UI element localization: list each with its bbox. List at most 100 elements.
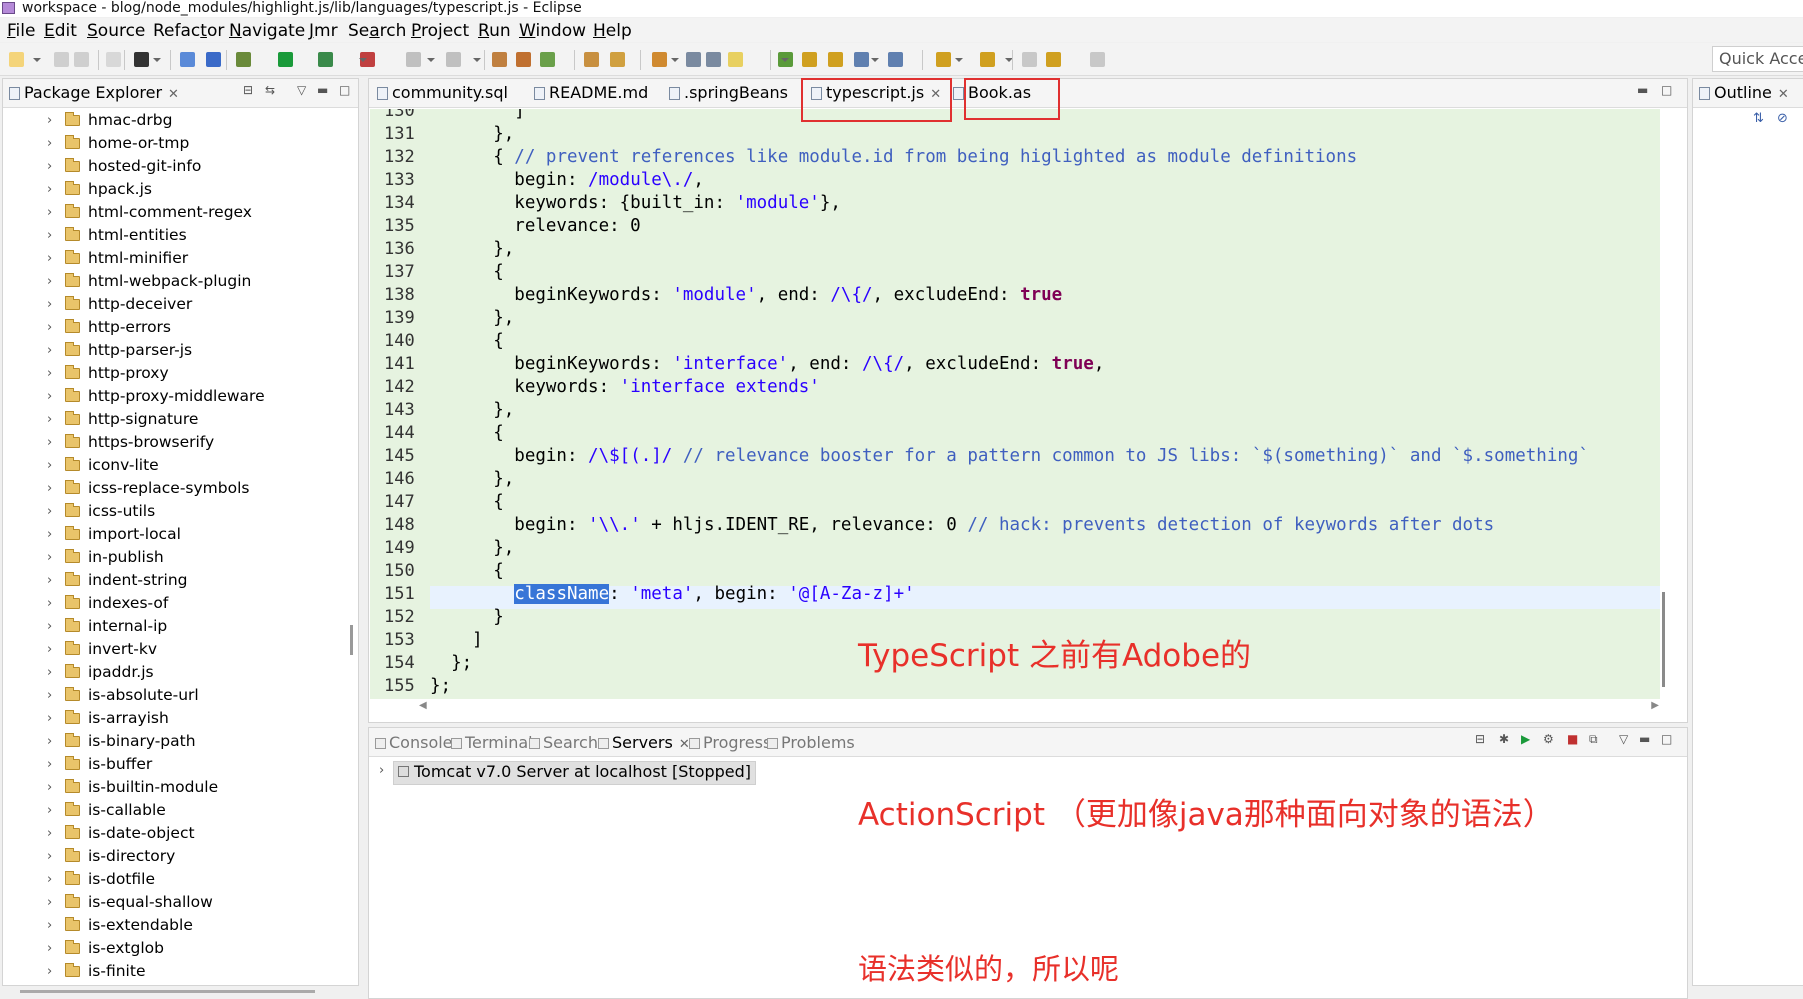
tree-item[interactable]: › invert-kv <box>3 638 343 661</box>
view-menu-icon[interactable]: ▽ <box>297 83 306 97</box>
chevron-right-icon[interactable]: › <box>47 178 52 201</box>
chevron-right-icon[interactable]: › <box>47 270 52 293</box>
collapse-all-icon[interactable]: ⊟ <box>1475 732 1485 746</box>
tree-item[interactable]: › indexes-of <box>3 592 343 615</box>
menu-item[interactable]: Jmr <box>309 20 338 42</box>
minimize-icon[interactable]: ▬ <box>317 83 328 97</box>
menu-item[interactable]: Edit <box>44 20 77 42</box>
tree-item[interactable]: › hpack.js <box>3 178 343 201</box>
collapse-all-icon[interactable]: ⊟ <box>243 83 253 97</box>
chevron-right-icon[interactable]: › <box>47 845 52 868</box>
chevron-right-icon[interactable]: › <box>47 316 52 339</box>
next-annotation-icon[interactable] <box>936 52 951 67</box>
maximize-icon[interactable]: □ <box>1661 83 1672 97</box>
tree-item[interactable]: › is-buffer <box>3 753 343 776</box>
open-type-icon[interactable] <box>584 52 599 67</box>
search-icon[interactable] <box>610 52 625 67</box>
tree-item[interactable]: › internal-ip <box>3 615 343 638</box>
tree-item[interactable]: › http-errors <box>3 316 343 339</box>
profile-server-icon[interactable]: ⚙ <box>1543 732 1554 746</box>
tree-item[interactable]: › http-signature <box>3 408 343 431</box>
scroll-left-icon[interactable]: ◀ <box>419 700 427 711</box>
tree-item[interactable]: › http-parser-js <box>3 339 343 362</box>
minimize-icon[interactable]: ▬ <box>1639 732 1650 746</box>
new-class-icon[interactable] <box>540 52 555 67</box>
editor-vscrollbar[interactable] <box>1662 592 1665 687</box>
tree-item[interactable]: › icss-utils <box>3 500 343 523</box>
tree-item[interactable]: › http-proxy-middleware <box>3 385 343 408</box>
chevron-right-icon[interactable]: › <box>379 763 384 778</box>
debug-icon[interactable] <box>236 52 251 67</box>
chevron-right-icon[interactable]: › <box>47 730 52 753</box>
back-icon[interactable] <box>1046 52 1061 67</box>
tree-item[interactable]: › is-callable <box>3 799 343 822</box>
tree-item[interactable]: › is-dotfile <box>3 868 343 891</box>
tree-item[interactable]: › icss-replace-symbols <box>3 477 343 500</box>
code-editor[interactable]: 130 131 132 133 134 135 136 137 138 139 140 141 142 1… <box>370 109 1660 699</box>
menu-item[interactable]: Help <box>593 20 632 42</box>
chevron-right-icon[interactable]: › <box>47 339 52 362</box>
chevron-right-icon[interactable]: › <box>47 638 52 661</box>
tree-item[interactable]: › is-equal-shallow <box>3 891 343 914</box>
tree-item[interactable]: › html-entities <box>3 224 343 247</box>
chevron-right-icon[interactable]: › <box>47 707 52 730</box>
publish-server-icon[interactable]: ⧉ <box>1589 732 1598 747</box>
chevron-right-icon[interactable]: › <box>47 385 52 408</box>
menu-item[interactable]: Refactor <box>153 20 224 42</box>
tab-package-explorer[interactable]: Package Explorer ✕ <box>9 84 179 104</box>
tree-item[interactable]: › https-browserify <box>3 431 343 454</box>
tree-item[interactable]: › is-absolute-url <box>3 684 343 707</box>
chevron-right-icon[interactable]: › <box>47 454 52 477</box>
bottom-tab[interactable]: Terminal <box>451 733 533 752</box>
new-icon[interactable] <box>9 52 24 67</box>
tree-item[interactable]: › indent-string <box>3 569 343 592</box>
chevron-right-icon[interactable]: › <box>47 776 52 799</box>
chevron-right-icon[interactable]: › <box>47 914 52 937</box>
editor-tab[interactable]: .springBeans <box>669 84 788 102</box>
close-icon[interactable]: ✕ <box>1778 86 1789 104</box>
tree-item[interactable]: › http-deceiver <box>3 293 343 316</box>
bottom-tab[interactable]: Problems <box>767 733 855 752</box>
hide-fields-icon[interactable]: ⊘ <box>1777 111 1788 126</box>
tree-item[interactable]: › iconv-lite <box>3 454 343 477</box>
maximize-icon[interactable]: □ <box>1661 732 1672 746</box>
chevron-right-icon[interactable]: › <box>47 868 52 891</box>
dropdown-arrow-icon[interactable] <box>781 58 789 62</box>
dropdown-arrow-icon[interactable] <box>33 58 41 62</box>
menu-item[interactable]: Source <box>87 20 145 42</box>
package-explorer-hscrollbar[interactable] <box>20 990 315 993</box>
chevron-right-icon[interactable]: › <box>47 431 52 454</box>
tree-item[interactable]: › is-builtin-module <box>3 776 343 799</box>
print-icon[interactable] <box>106 52 121 67</box>
bottom-tab[interactable]: Console <box>375 733 453 752</box>
tree-item[interactable]: › home-or-tmp <box>3 132 343 155</box>
chevron-right-icon[interactable]: › <box>47 753 52 776</box>
view-menu-icon[interactable]: ▽ <box>1619 732 1628 746</box>
profile-icon[interactable] <box>134 52 149 67</box>
globe-icon[interactable] <box>854 52 869 67</box>
bottom-tab[interactable]: Servers ✕ <box>598 733 690 752</box>
new-server-icon[interactable] <box>492 52 507 67</box>
tree-item[interactable]: › in-publish <box>3 546 343 569</box>
package-explorer-scrollbar[interactable] <box>350 625 353 655</box>
menu-item[interactable]: Search <box>348 20 406 42</box>
chevron-right-icon[interactable]: › <box>47 592 52 615</box>
terminal-icon[interactable] <box>180 52 195 67</box>
menu-item[interactable]: Window <box>519 20 586 42</box>
chevron-right-icon[interactable]: › <box>47 477 52 500</box>
chevron-right-icon[interactable]: › <box>47 960 52 983</box>
link-editor-icon[interactable]: ⇆ <box>265 83 275 97</box>
chevron-right-icon[interactable]: › <box>47 362 52 385</box>
tab-outline[interactable]: Outline ✕ <box>1699 84 1789 104</box>
server-entry[interactable]: Tomcat v7.0 Server at localhost [Stopped… <box>393 761 757 785</box>
editor-hscrollbar[interactable]: ◀ ▶ <box>419 700 1659 714</box>
menu-item[interactable]: Project <box>411 20 469 42</box>
tree-item[interactable]: › is-binary-path <box>3 730 343 753</box>
tree-item[interactable]: › is-arrayish <box>3 707 343 730</box>
bottom-tab[interactable]: Search <box>529 733 598 752</box>
stop-server-icon[interactable]: ■ <box>1567 732 1578 746</box>
chevron-right-icon[interactable]: › <box>47 684 52 707</box>
tree-item[interactable]: › is-directory <box>3 845 343 868</box>
quick-access-input[interactable]: Quick Access <box>1712 46 1803 72</box>
dropdown-arrow-icon[interactable] <box>153 58 161 62</box>
